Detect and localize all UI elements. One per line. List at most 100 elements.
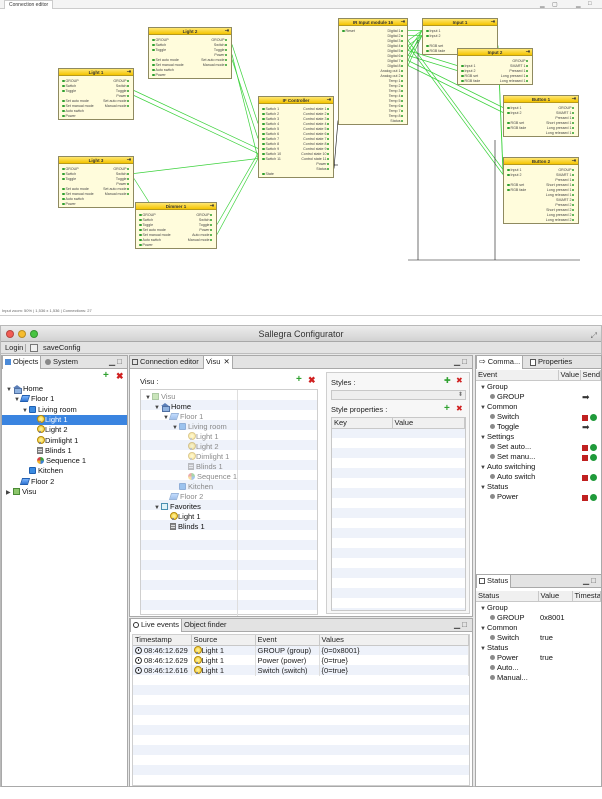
port-dot-icon[interactable] <box>507 168 510 171</box>
port-dot-icon[interactable] <box>326 127 329 130</box>
send-on-button[interactable] <box>590 444 597 451</box>
port-dot-icon[interactable] <box>571 111 574 114</box>
status-group-row[interactable]: ▼Group <box>476 603 601 613</box>
diagram-node-n1[interactable]: Light 1 ⇥ GROUP GROUP Switch Switch Toggle Togg… <box>58 68 134 120</box>
node-expand-icon[interactable]: ⇥ <box>127 69 131 76</box>
port-dot-icon[interactable] <box>400 119 403 122</box>
tree-item[interactable]: Light 2 <box>30 425 68 435</box>
send-on-button[interactable] <box>590 474 597 481</box>
port-dot-icon[interactable] <box>62 192 65 195</box>
connection-diagram[interactable]: Connection editor ▁ ▢ ▁ □ Light 1 ⇥ GROUP G… <box>0 0 602 316</box>
port-dot-icon[interactable] <box>126 167 129 170</box>
diagram-node-title[interactable]: Light 3 ⇥ <box>59 157 133 164</box>
connection-wire[interactable] <box>216 153 259 225</box>
diagram-node-title[interactable]: Input 2 ⇥ <box>458 49 532 56</box>
port-dot-icon[interactable] <box>571 126 574 129</box>
port-dot-icon[interactable] <box>461 74 464 77</box>
node-input-port[interactable]: Power <box>152 73 166 78</box>
diagram-node-title[interactable]: Dimmer 1 ⇥ <box>136 203 216 210</box>
tree-item[interactable]: Blinds 1 <box>181 462 223 472</box>
style-properties-table[interactable]: Key Value <box>331 417 466 611</box>
port-dot-icon[interactable] <box>126 187 129 190</box>
delete-style-property-icon[interactable]: ✖ <box>456 404 463 413</box>
port-dot-icon[interactable] <box>152 73 155 76</box>
port-dot-icon[interactable] <box>461 69 464 72</box>
tree-item[interactable]: ▼ Living room <box>172 422 227 432</box>
tree-item[interactable]: Blinds 1 <box>30 446 72 456</box>
port-dot-icon[interactable] <box>507 121 510 124</box>
node-output-port[interactable]: Long released 2 <box>546 218 575 223</box>
send-off-button[interactable] <box>582 475 588 481</box>
port-dot-icon[interactable] <box>62 114 65 117</box>
port-dot-icon[interactable] <box>139 213 142 216</box>
diagram-node-n3[interactable]: Light 3 ⇥ GROUP GROUP Switch Switch Toggle Togg… <box>58 156 134 208</box>
command-group-row[interactable]: ▼Common <box>476 402 601 412</box>
save-config-button[interactable]: saveConfig <box>41 342 83 354</box>
tree-item[interactable]: Sequence 1 <box>30 456 86 466</box>
port-dot-icon[interactable] <box>507 126 510 129</box>
tree-item[interactable]: Light 1 <box>181 432 219 442</box>
tree-item[interactable]: Sequence 1 <box>181 472 237 482</box>
port-dot-icon[interactable] <box>571 106 574 109</box>
port-dot-icon[interactable] <box>326 117 329 120</box>
port-dot-icon[interactable] <box>209 228 212 231</box>
panel-min-max-icons[interactable]: ▁□ <box>109 356 124 367</box>
add-style-icon[interactable]: ✚ <box>444 376 451 385</box>
tree-item[interactable]: ▼ Home <box>154 402 191 412</box>
port-dot-icon[interactable] <box>262 147 265 150</box>
tree-item[interactable]: Light 1 <box>163 512 201 522</box>
port-dot-icon[interactable] <box>126 84 129 87</box>
diagram-node-title[interactable]: Light 2 ⇥ <box>149 28 231 35</box>
port-dot-icon[interactable] <box>139 218 142 221</box>
port-dot-icon[interactable] <box>326 122 329 125</box>
command-group-row[interactable]: ▼Settings <box>476 432 601 442</box>
port-dot-icon[interactable] <box>262 107 265 110</box>
diagram-node-n10[interactable]: Button 2 ⇥ Input 1 GROUP Input 2 SMART 1 Press… <box>503 157 579 224</box>
send-off-button[interactable] <box>582 455 588 461</box>
port-dot-icon[interactable] <box>224 63 227 66</box>
port-dot-icon[interactable] <box>224 48 227 51</box>
tree-item[interactable]: ▼ Home <box>6 384 43 394</box>
tree-item[interactable]: ▶ Visu <box>6 487 36 497</box>
send-off-button[interactable] <box>582 415 588 421</box>
port-dot-icon[interactable] <box>262 142 265 145</box>
status-col-value[interactable]: Value <box>538 591 573 602</box>
events-col-values[interactable]: Values <box>319 635 469 646</box>
port-dot-icon[interactable] <box>126 89 129 92</box>
close-window-button[interactable] <box>6 330 14 338</box>
port-dot-icon[interactable] <box>571 218 574 221</box>
center-min-max-icons[interactable]: ▁□ <box>454 356 469 367</box>
connection-wire[interactable] <box>231 44 259 124</box>
tab-status[interactable]: Status <box>476 575 512 588</box>
port-dot-icon[interactable] <box>209 223 212 226</box>
diagram-node-title[interactable]: Input 1 ⇥ <box>423 19 497 26</box>
port-dot-icon[interactable] <box>224 53 227 56</box>
event-row[interactable]: 08:46:12.629 Light 1 Power (power) {0=true} <box>133 656 469 666</box>
port-dot-icon[interactable] <box>126 99 129 102</box>
port-dot-icon[interactable] <box>571 131 574 134</box>
port-dot-icon[interactable] <box>126 94 129 97</box>
node-input-port[interactable]: Power <box>62 114 76 119</box>
port-dot-icon[interactable] <box>326 107 329 110</box>
port-dot-icon[interactable] <box>400 84 403 87</box>
port-dot-icon[interactable] <box>571 208 574 211</box>
tree-item[interactable]: Light 1 <box>2 414 127 425</box>
tree-item[interactable]: Blinds 1 <box>163 522 205 532</box>
port-dot-icon[interactable] <box>126 177 129 180</box>
add-style-property-icon[interactable]: + <box>444 403 450 414</box>
diagram-node-n5[interactable]: IF Controller ⇥ Switch 1 Control state 1 Swi… <box>258 96 334 178</box>
node-output-port[interactable]: Long released 1 <box>546 131 575 136</box>
port-dot-icon[interactable] <box>209 238 212 241</box>
port-dot-icon[interactable] <box>571 173 574 176</box>
diagram-node-n2[interactable]: Light 2 ⇥ GROUP GROUP Switch Switch Toggle Togg… <box>148 27 232 79</box>
node-expand-icon[interactable]: ⇥ <box>491 19 495 26</box>
send-off-button[interactable] <box>582 495 588 501</box>
node-expand-icon[interactable]: ⇥ <box>225 28 229 35</box>
zoom-window-button[interactable] <box>30 330 38 338</box>
port-dot-icon[interactable] <box>400 69 403 72</box>
status-col-status[interactable]: Status <box>476 591 539 602</box>
port-dot-icon[interactable] <box>224 43 227 46</box>
port-dot-icon[interactable] <box>224 38 227 41</box>
port-dot-icon[interactable] <box>152 63 155 66</box>
style-col-value[interactable]: Value <box>392 418 465 429</box>
